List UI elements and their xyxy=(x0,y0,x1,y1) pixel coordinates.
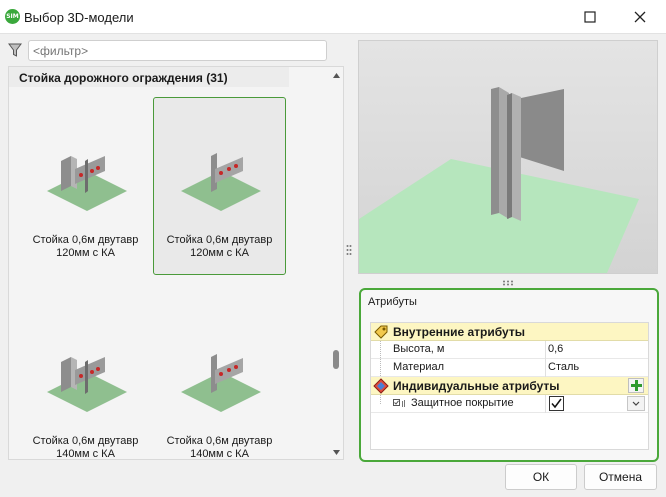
attributes-table: Внутренние атрибуты Высота, м 0,6 Матери… xyxy=(370,322,649,450)
section-label: Индивидуальные атрибуты xyxy=(393,379,560,393)
attribute-row[interactable]: Защитное покрытие xyxy=(371,395,648,413)
boolean-type-icon xyxy=(393,399,405,407)
model-3d-preview[interactable] xyxy=(358,40,658,274)
model-caption: Стойка 0,6м двутавр 120мм с КА xyxy=(166,234,273,259)
attribute-name: Материал xyxy=(393,361,444,373)
attribute-name: Защитное покрытие xyxy=(411,397,514,409)
model-item[interactable]: Стойка 0,6м двутавр 140мм с КА xyxy=(153,298,286,476)
vertical-scrollbar[interactable] xyxy=(329,67,344,459)
individual-attributes-icon xyxy=(373,378,389,394)
model-item-selected[interactable]: Стойка 0,6м двутавр 120мм с КА xyxy=(153,97,286,275)
plus-icon xyxy=(630,380,642,391)
model-list: Стойка дорожного ограждения (31) Стойка … xyxy=(8,66,344,460)
maximize-button[interactable] xyxy=(568,2,612,32)
attribute-row[interactable]: Высота, м 0,6 xyxy=(371,341,648,359)
model-caption: Стойка 0,6м двутавр 140мм с КА xyxy=(166,435,273,460)
protective-coating-checkbox[interactable] xyxy=(549,396,564,411)
model-caption: Стойка 0,6м двутавр 140мм с КА xyxy=(32,435,139,460)
attribute-value: 0,6 xyxy=(548,343,564,355)
close-button[interactable] xyxy=(618,2,662,32)
maximize-icon xyxy=(584,11,596,23)
app-logo-icon: SIM xyxy=(5,9,20,24)
vertical-splitter-grip-icon[interactable] xyxy=(346,244,352,256)
attributes-panel: Атрибуты Внутренние атрибуты Высота, м 0… xyxy=(359,288,659,462)
model-thumbnail-icon xyxy=(181,354,261,412)
individual-attributes-section[interactable]: Индивидуальные атрибуты xyxy=(371,377,648,395)
tag-icon xyxy=(374,325,388,339)
section-label: Внутренние атрибуты xyxy=(393,325,525,339)
attribute-row[interactable]: Материал Сталь xyxy=(371,359,648,377)
attribute-name: Высота, м xyxy=(393,343,445,355)
ok-button[interactable]: ОК xyxy=(505,464,577,490)
model-thumbnail-icon xyxy=(47,357,127,412)
model-thumbnail-icon xyxy=(47,156,127,211)
attribute-value: Сталь xyxy=(548,361,580,373)
filter-icon[interactable] xyxy=(8,43,22,57)
title-bar: SIM Выбор 3D-модели xyxy=(0,0,666,34)
model-item[interactable]: Стойка 0,6м двутавр 120мм с КА xyxy=(19,97,152,275)
model-thumbnail-icon xyxy=(181,153,261,211)
horizontal-splitter-grip-icon[interactable] xyxy=(502,280,514,286)
group-header[interactable]: Стойка дорожного ограждения (31) xyxy=(19,71,228,85)
filter-input[interactable] xyxy=(28,40,327,61)
attributes-title: Атрибуты xyxy=(368,296,417,308)
model-item[interactable]: Стойка 0,6м двутавр 140мм с КА xyxy=(19,298,152,476)
add-attribute-button[interactable] xyxy=(628,378,644,393)
scroll-down-icon[interactable] xyxy=(332,448,341,457)
chevron-down-icon xyxy=(632,401,640,406)
cancel-button[interactable]: Отмена xyxy=(584,464,657,490)
close-icon xyxy=(634,11,646,23)
attribute-dropdown-button[interactable] xyxy=(627,396,645,411)
scroll-up-icon[interactable] xyxy=(332,71,341,80)
3d-scene-image xyxy=(359,87,639,273)
checkmark-icon xyxy=(551,398,562,409)
window-title: Выбор 3D-модели xyxy=(24,10,134,25)
internal-attributes-section[interactable]: Внутренние атрибуты xyxy=(371,323,648,341)
model-caption: Стойка 0,6м двутавр 120мм с КА xyxy=(32,234,139,259)
scroll-thumb[interactable] xyxy=(333,350,339,369)
